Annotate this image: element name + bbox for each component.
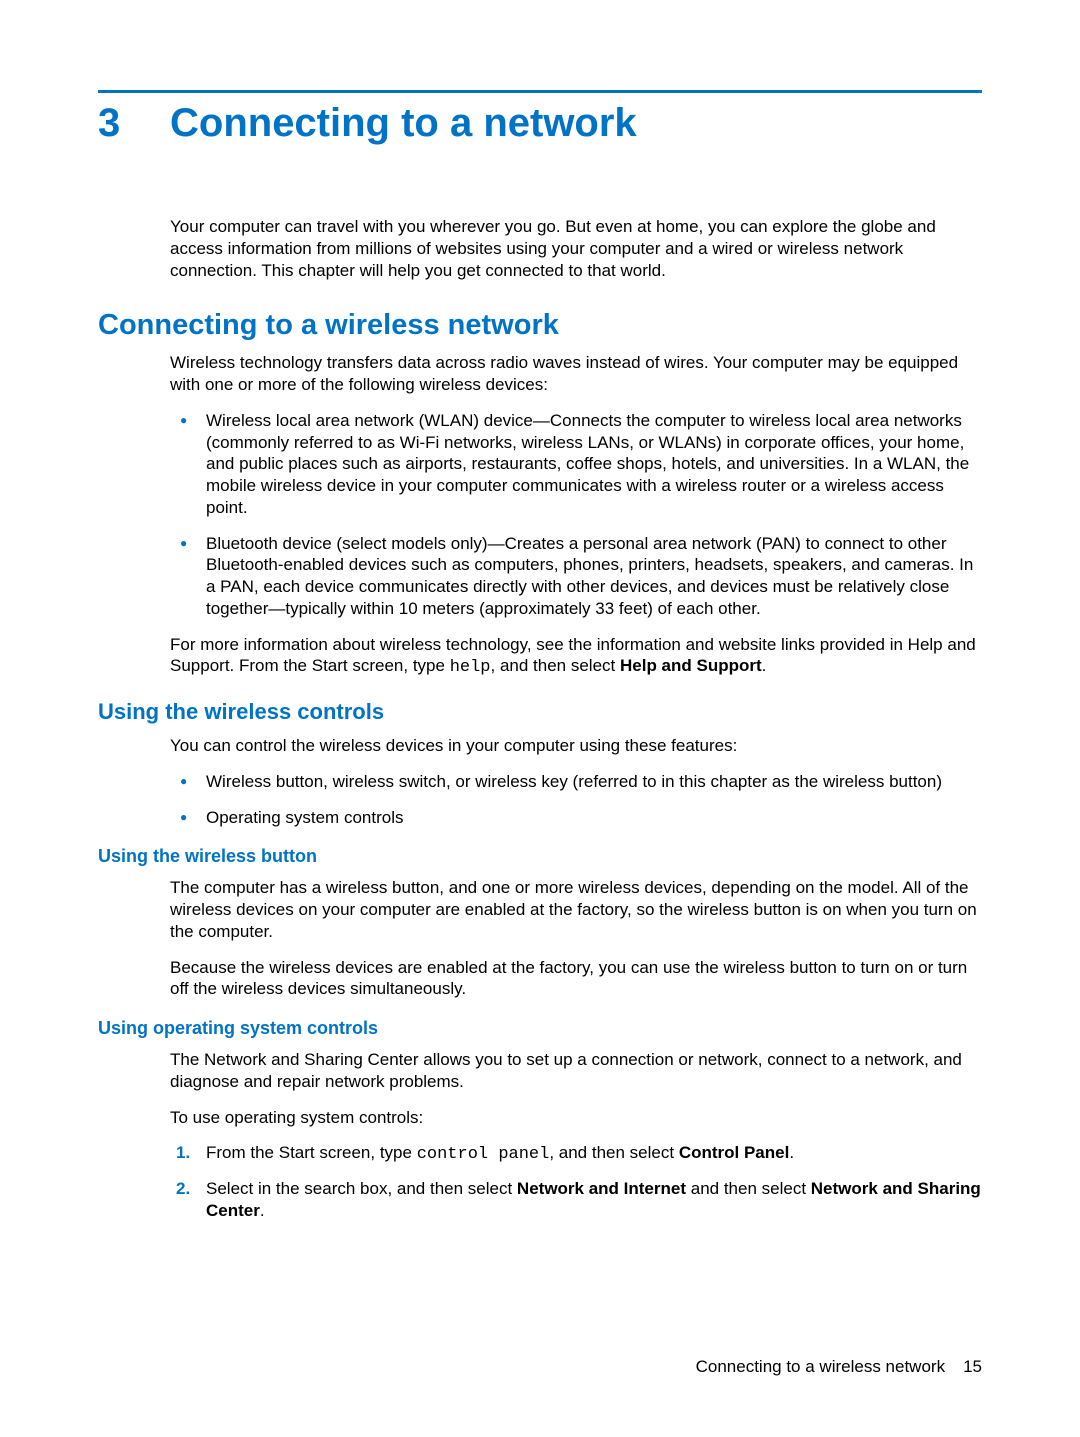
chapter-heading: 3 Connecting to a network [98, 101, 982, 146]
step-item: From the Start screen, type control pane… [170, 1142, 982, 1166]
page-number: 15 [963, 1357, 982, 1376]
subsubsection-os-controls: Using operating system controls [98, 1018, 982, 1039]
section1-intro: Wireless technology transfers data acros… [170, 352, 982, 396]
intro-paragraph: Your computer can travel with you wherev… [170, 216, 982, 281]
section4-para2: To use operating system controls: [170, 1107, 982, 1129]
list-item: Bluetooth device (select models only)—Cr… [170, 533, 982, 620]
wireless-device-list: Wireless local area network (WLAN) devic… [170, 410, 982, 620]
wireless-controls-list: Wireless button, wireless switch, or wir… [170, 771, 982, 829]
subsection-wireless-controls: Using the wireless controls [98, 699, 982, 725]
code-text: control panel [417, 1145, 550, 1164]
bold-text: Help and Support [620, 656, 762, 675]
text: From the Start screen, type [206, 1143, 417, 1162]
subsubsection-wireless-button: Using the wireless button [98, 846, 982, 867]
list-item: Wireless button, wireless switch, or wir… [170, 771, 982, 793]
footer-label: Connecting to a wireless network [696, 1357, 945, 1376]
section3-para2: Because the wireless devices are enabled… [170, 957, 982, 1001]
intro-block: Your computer can travel with you wherev… [170, 216, 982, 281]
os-controls-steps: From the Start screen, type control pane… [170, 1142, 982, 1221]
section4-para1: The Network and Sharing Center allows yo… [170, 1049, 982, 1093]
section-connecting-wireless: Connecting to a wireless network [98, 309, 982, 342]
page-footer: Connecting to a wireless network 15 [696, 1357, 982, 1377]
section2-intro: You can control the wireless devices in … [170, 735, 982, 757]
text: , and then select [491, 656, 620, 675]
section4-body: The Network and Sharing Center allows yo… [170, 1049, 982, 1222]
text: . [260, 1201, 265, 1220]
list-item: Operating system controls [170, 807, 982, 829]
document-page: 3 Connecting to a network Your computer … [0, 0, 1080, 1437]
list-item: Wireless local area network (WLAN) devic… [170, 410, 982, 519]
text: . [762, 656, 767, 675]
text: , and then select [549, 1143, 678, 1162]
text: and then select [686, 1179, 811, 1198]
section1-body: Wireless technology transfers data acros… [170, 352, 982, 679]
step-item: Select in the search box, and then selec… [170, 1178, 982, 1222]
bold-text: Network and Internet [517, 1179, 686, 1198]
text: Select in the search box, and then selec… [206, 1179, 517, 1198]
chapter-number: 3 [98, 101, 170, 146]
section3-para1: The computer has a wireless button, and … [170, 877, 982, 942]
text: . [789, 1143, 794, 1162]
chapter-rule [98, 90, 982, 93]
code-text: help [450, 658, 491, 677]
chapter-title: Connecting to a network [170, 101, 637, 146]
section3-body: The computer has a wireless button, and … [170, 877, 982, 1000]
bold-text: Control Panel [679, 1143, 790, 1162]
section1-moreinfo: For more information about wireless tech… [170, 634, 982, 680]
section2-body: You can control the wireless devices in … [170, 735, 982, 828]
